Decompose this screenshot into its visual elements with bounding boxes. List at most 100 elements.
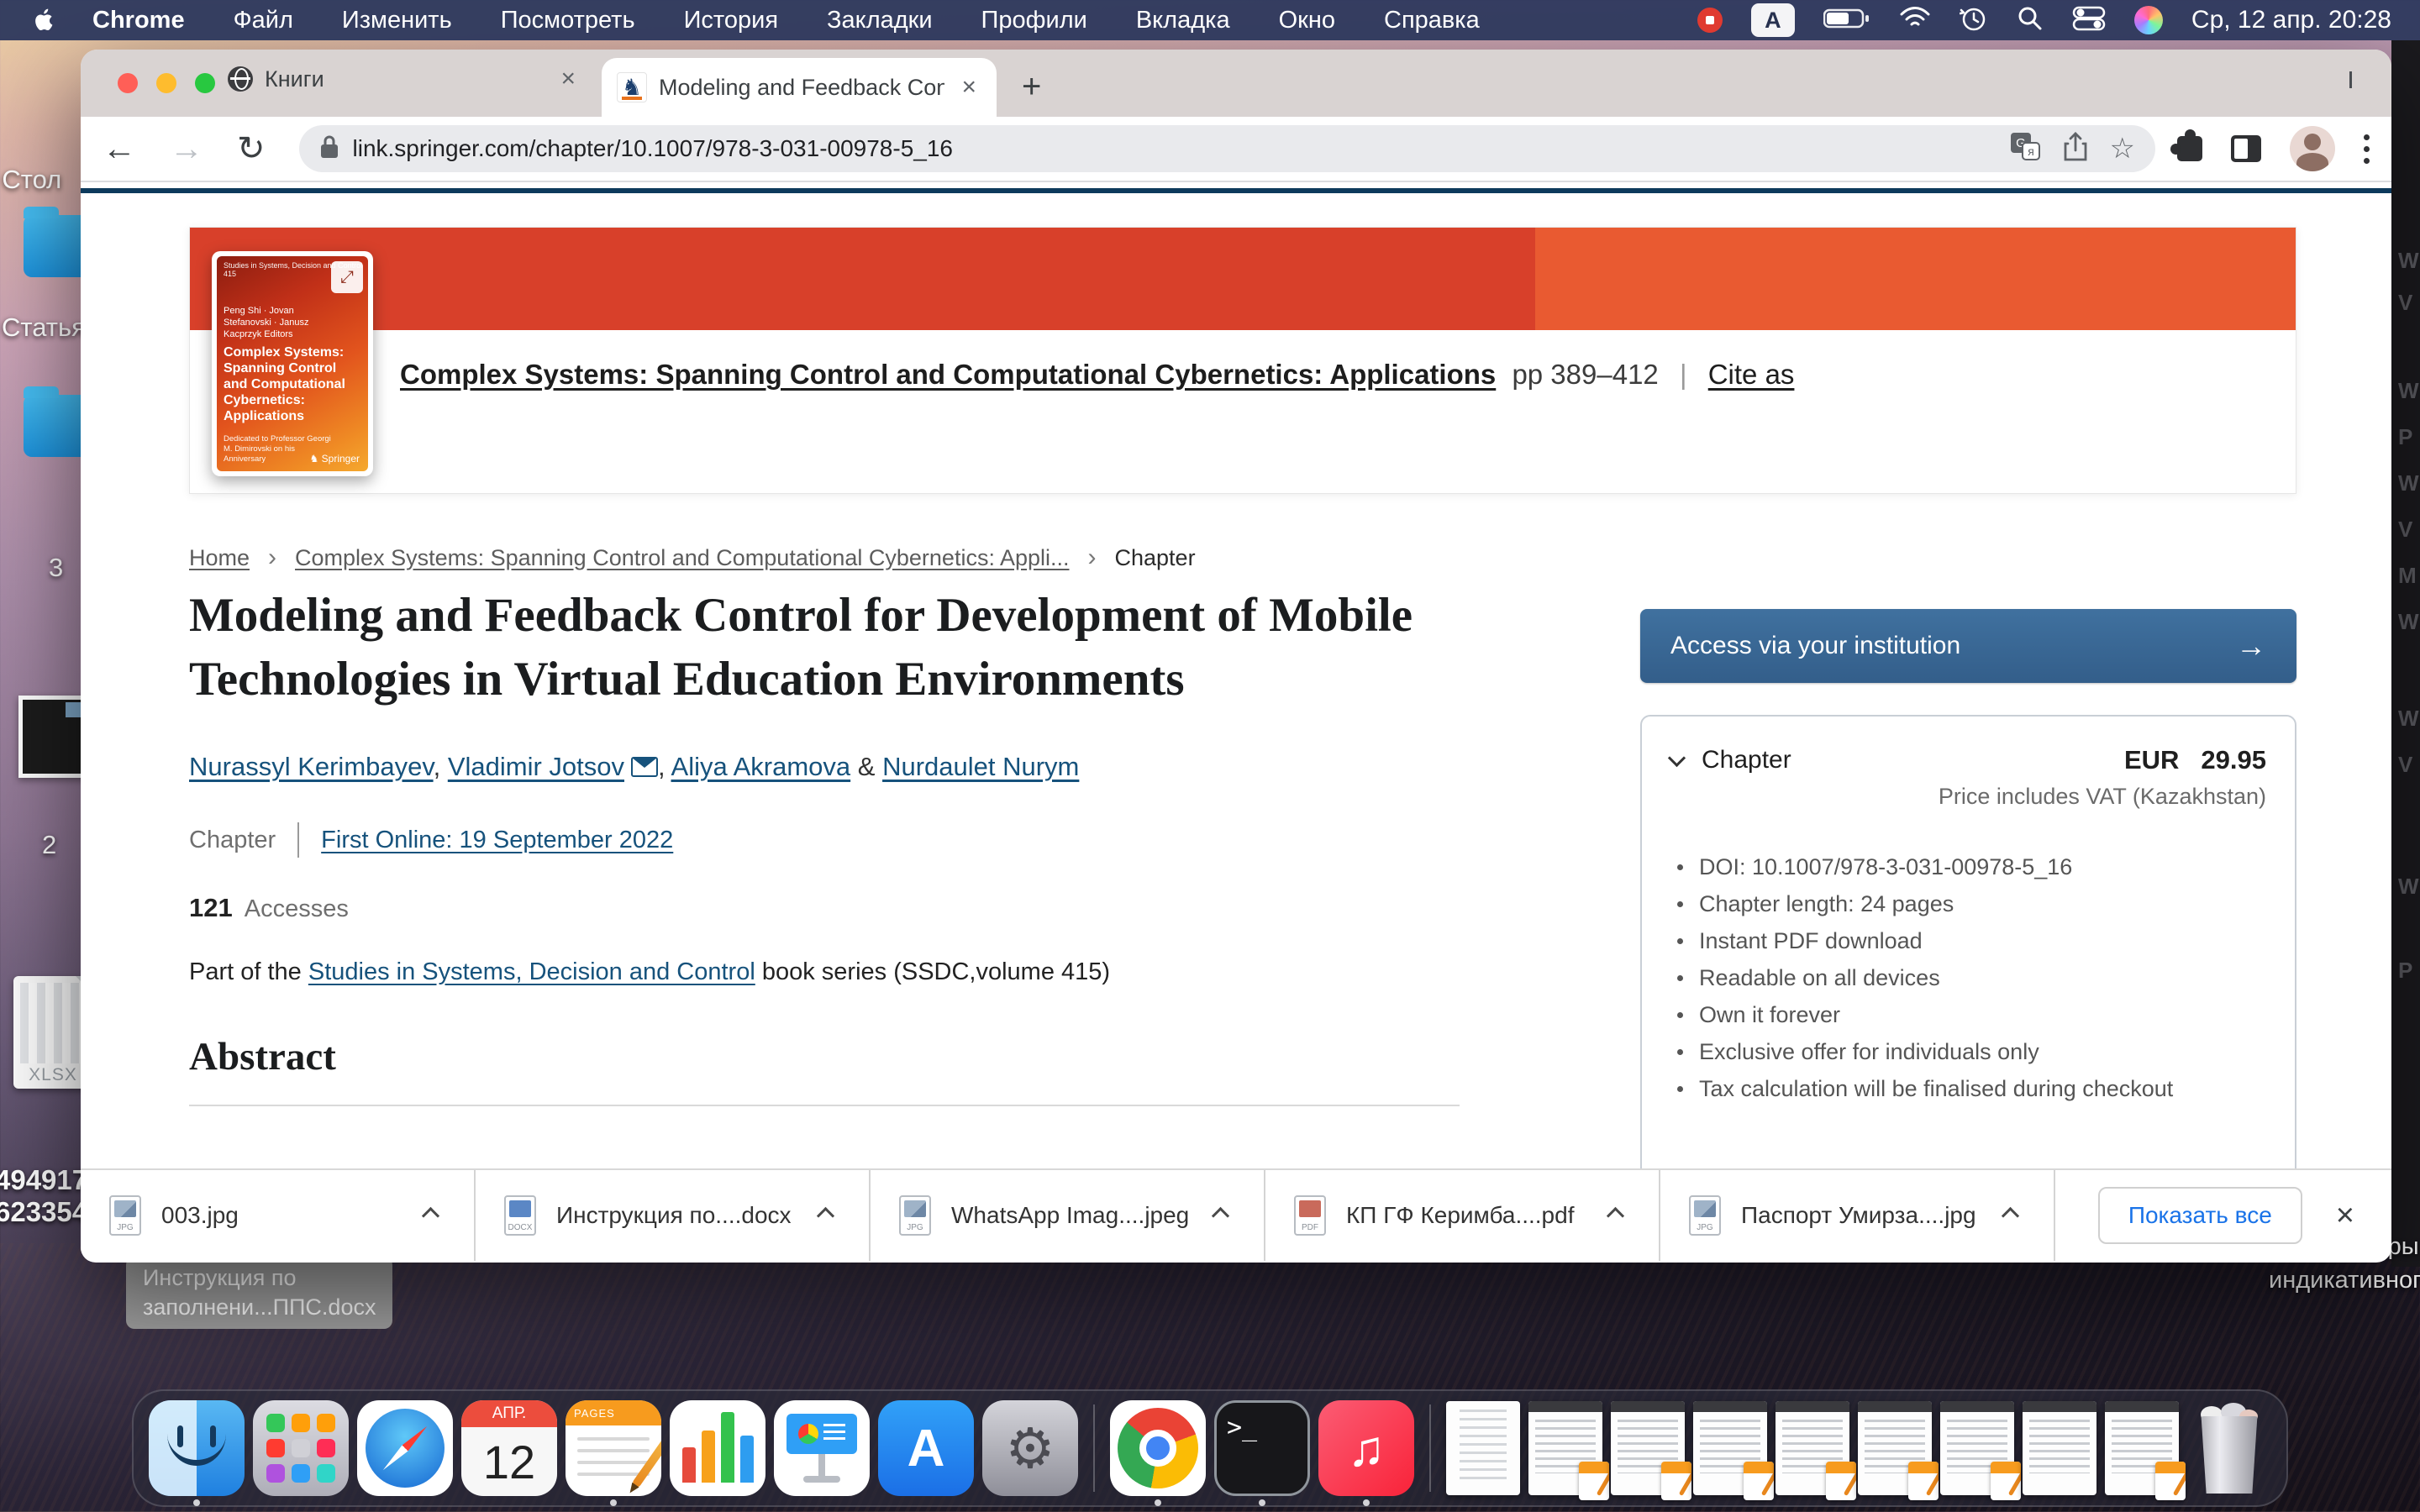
download-menu-chevron-icon[interactable]: [2002, 1206, 2019, 1224]
wifi-icon[interactable]: [1899, 7, 1931, 34]
close-downloads-bar-icon[interactable]: ×: [2336, 1198, 2354, 1234]
author-link-akramova[interactable]: Aliya Akramova: [671, 752, 851, 781]
dock-calendar[interactable]: АПР. 12: [461, 1400, 557, 1496]
menu-tab[interactable]: Вкладка: [1136, 7, 1230, 34]
dock-document-thumbnail[interactable]: [2023, 1401, 2096, 1495]
share-icon[interactable]: [2063, 132, 2088, 166]
show-all-downloads-button[interactable]: Показать все: [2098, 1187, 2302, 1244]
dock-document-thumbnail[interactable]: [2105, 1401, 2179, 1495]
dock-app-store[interactable]: A: [878, 1400, 974, 1496]
dock-system-settings[interactable]: ⚙: [982, 1400, 1078, 1496]
desktop-label-partial[interactable]: б Стол: [0, 165, 61, 195]
series-link[interactable]: Studies in Systems, Decision and Control: [308, 958, 755, 985]
dock-document-thumbnail[interactable]: [1940, 1401, 2014, 1495]
collapse-chevron-icon[interactable]: [1668, 748, 1686, 766]
menu-help[interactable]: Справка: [1384, 7, 1480, 34]
desktop-label-2[interactable]: 2: [42, 830, 56, 860]
dock-safari[interactable]: [357, 1400, 453, 1496]
menu-chrome[interactable]: Chrome: [92, 7, 185, 34]
apple-menu-icon[interactable]: [30, 6, 59, 34]
download-menu-chevron-icon[interactable]: [817, 1206, 834, 1224]
file-icon: JPG: [109, 1195, 141, 1236]
recording-status-icon[interactable]: [1697, 8, 1723, 33]
control-center-icon[interactable]: [2072, 6, 2106, 35]
chrome-menu-icon[interactable]: [2364, 134, 2370, 164]
menu-view[interactable]: Посмотреть: [501, 7, 635, 34]
author-link-kerimbayev[interactable]: Nurassyl Kerimbayev: [189, 752, 434, 781]
dock-document-thumbnail[interactable]: [1693, 1401, 1767, 1495]
benefit-item: DOI: 10.1007/978-3-031-00978-5_16: [1670, 848, 2266, 885]
minimize-window-button[interactable]: [156, 73, 176, 93]
translate-icon[interactable]: Gя: [2011, 133, 2041, 165]
breadcrumb-book-link[interactable]: Complex Systems: Spanning Control and Co…: [295, 545, 1069, 571]
siri-icon[interactable]: [2134, 6, 2163, 34]
spotlight-search-icon[interactable]: [2017, 5, 2044, 36]
tab-close-icon[interactable]: ×: [956, 73, 981, 102]
dock-document-thumbnail[interactable]: [1776, 1401, 1849, 1495]
new-tab-button[interactable]: +: [1022, 68, 1041, 106]
tab-active-chapter[interactable]: ♞ Modeling and Feedback Contr ×: [602, 58, 997, 117]
desktop-label-3[interactable]: 3: [49, 553, 63, 583]
desktop-label-number1[interactable]: 494917: [0, 1164, 87, 1196]
input-source-indicator[interactable]: A: [1751, 3, 1795, 37]
address-bar[interactable]: link.springer.com/chapter/10.1007/978-3-…: [299, 125, 2155, 172]
dock-launchpad[interactable]: [253, 1400, 349, 1496]
dock-document-thumbnail[interactable]: [1611, 1401, 1685, 1495]
author-link-jotsov[interactable]: Vladimir Jotsov: [448, 752, 624, 781]
download-item[interactable]: PDF КП ГФ Керимба....pdf: [1265, 1170, 1660, 1261]
download-item[interactable]: JPG 003.jpg: [81, 1170, 476, 1261]
dock-document-thumbnail[interactable]: [1528, 1401, 1602, 1495]
first-online-link[interactable]: First Online: 19 September 2022: [321, 827, 673, 854]
menu-bookmarks[interactable]: Закладки: [827, 7, 933, 34]
book-title-link[interactable]: Complex Systems: Spanning Control and Co…: [400, 359, 1496, 390]
download-item[interactable]: JPG WhatsApp Imag....jpeg: [871, 1170, 1265, 1261]
bookmark-star-icon[interactable]: ☆: [2110, 132, 2135, 165]
download-menu-chevron-icon[interactable]: [1607, 1206, 1624, 1224]
close-window-button[interactable]: [118, 73, 138, 93]
battery-icon[interactable]: [1823, 8, 1870, 34]
time-machine-icon[interactable]: [1960, 4, 1988, 37]
tab-close-icon[interactable]: ×: [555, 65, 581, 93]
desktop-label-statya[interactable]: Статья: [2, 312, 86, 343]
access-institution-button[interactable]: Access via your institution →: [1640, 609, 2296, 683]
dock-document-thumbnail[interactable]: [1446, 1401, 1520, 1495]
dock-pages[interactable]: PAGES: [566, 1400, 661, 1496]
menu-history[interactable]: История: [684, 7, 778, 34]
menu-profiles[interactable]: Профили: [981, 7, 1087, 34]
dock-numbers[interactable]: [670, 1400, 765, 1496]
breadcrumb-home-link[interactable]: Home: [189, 545, 250, 571]
dock-trash[interactable]: [2187, 1401, 2271, 1495]
dock-terminal[interactable]: >_: [1214, 1400, 1310, 1496]
side-panel-icon[interactable]: [2231, 135, 2261, 162]
download-menu-chevron-icon[interactable]: [1212, 1206, 1229, 1224]
extensions-puzzle-icon[interactable]: [2177, 136, 2202, 161]
author-link-nurym[interactable]: Nurdaulet Nurym: [882, 752, 1079, 781]
tab-search-chevron-icon[interactable]: [2349, 71, 2368, 90]
zoom-window-button[interactable]: [195, 73, 215, 93]
expand-cover-icon[interactable]: ⤢: [331, 261, 363, 293]
xlsx-grid: [20, 983, 86, 1063]
dock-music[interactable]: ♫: [1318, 1400, 1414, 1496]
tab-books[interactable]: Книги ×: [219, 65, 589, 93]
download-menu-chevron-icon[interactable]: [422, 1206, 439, 1224]
dock-chrome[interactable]: [1110, 1400, 1206, 1496]
book-cover[interactable]: Studies in Systems, Decision and Control…: [212, 251, 373, 476]
profile-avatar[interactable]: [2290, 126, 2335, 171]
dock-finder[interactable]: [149, 1400, 245, 1496]
dock-keynote[interactable]: [774, 1400, 870, 1496]
download-item[interactable]: DOCX Инструкция по....docx: [476, 1170, 871, 1261]
download-item[interactable]: JPG Паспорт Умирза....jpg: [1660, 1170, 2055, 1261]
desktop-label-number2[interactable]: 623354: [0, 1196, 87, 1228]
menu-window[interactable]: Окно: [1279, 7, 1335, 34]
dock-document-thumbnail[interactable]: [1858, 1401, 1932, 1495]
purchase-chapter-label[interactable]: Chapter: [1702, 746, 1791, 774]
back-button[interactable]: ←: [103, 130, 136, 168]
menu-edit[interactable]: Изменить: [342, 7, 452, 34]
cite-as-link[interactable]: Cite as: [1708, 359, 1795, 390]
reload-button[interactable]: ↻: [237, 129, 266, 168]
lock-icon[interactable]: [319, 134, 339, 164]
email-envelope-icon[interactable]: [631, 757, 658, 777]
menu-file[interactable]: Файл: [234, 7, 293, 34]
menu-bar-clock[interactable]: Ср, 12 апр. 20:28: [2191, 6, 2391, 34]
forward-button[interactable]: →: [170, 130, 203, 168]
